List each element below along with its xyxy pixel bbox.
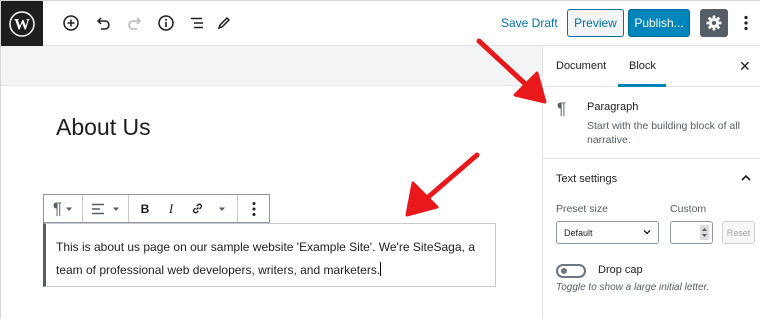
panel-title: Text settings bbox=[556, 173, 618, 185]
block-more-button[interactable] bbox=[240, 195, 268, 222]
drop-cap-toggle[interactable] bbox=[556, 264, 586, 278]
top-toolbar: W Save Draft Preview Publish... bbox=[1, 1, 760, 46]
more-formats-button[interactable] bbox=[212, 195, 232, 222]
pilcrow-icon: ¶ bbox=[52, 198, 63, 218]
settings-sidebar: Document Block ✕ ¶ Paragraph Start with … bbox=[542, 46, 760, 319]
block-card-title: Paragraph bbox=[587, 101, 639, 113]
paragraph-line: This is about us page on our sample webs… bbox=[56, 240, 475, 254]
preset-size-value: Default bbox=[564, 228, 593, 238]
close-icon[interactable]: ✕ bbox=[739, 58, 751, 75]
chevron-down-icon bbox=[643, 230, 651, 235]
block-card: ¶ Paragraph Start with the building bloc… bbox=[543, 87, 760, 159]
settings-button[interactable] bbox=[700, 9, 728, 37]
undo-icon[interactable] bbox=[93, 13, 113, 33]
bold-button[interactable]: B bbox=[134, 195, 156, 222]
save-draft-button[interactable]: Save Draft bbox=[501, 16, 558, 30]
post-title[interactable]: About Us bbox=[56, 114, 151, 141]
preset-size-select[interactable]: Default bbox=[556, 221, 659, 244]
link-button[interactable] bbox=[186, 195, 208, 222]
toolbar-divider bbox=[237, 195, 238, 222]
tab-block[interactable]: Block bbox=[629, 60, 656, 72]
toolbar-divider bbox=[128, 195, 129, 222]
chevron-down-icon bbox=[66, 207, 73, 211]
italic-button[interactable]: I bbox=[160, 195, 182, 222]
custom-size-input[interactable] bbox=[670, 221, 713, 244]
preview-button[interactable]: Preview bbox=[567, 9, 624, 37]
chevron-down-icon bbox=[112, 207, 119, 211]
text-caret bbox=[380, 262, 382, 276]
text-settings-panel-header[interactable]: Text settings bbox=[543, 159, 760, 203]
more-vertical-icon[interactable] bbox=[739, 13, 753, 33]
block-toolbar: ¶ B I bbox=[43, 194, 270, 223]
paragraph-line-last: team of professional web developers, wri… bbox=[56, 259, 485, 282]
drop-cap-label: Drop cap bbox=[598, 264, 643, 276]
editor-header-band bbox=[1, 46, 542, 86]
reset-button[interactable]: Reset bbox=[722, 221, 755, 244]
link-icon bbox=[192, 203, 202, 214]
paragraph-block[interactable]: This is about us page on our sample webs… bbox=[43, 223, 496, 287]
custom-size-label: Custom bbox=[670, 203, 707, 215]
paragraph-line-text: team of professional web developers, wri… bbox=[56, 263, 381, 277]
block-type-switcher[interactable]: ¶ bbox=[44, 195, 82, 222]
number-spinner[interactable] bbox=[700, 225, 709, 240]
block-card-description: Start with the building block of all nar… bbox=[587, 120, 740, 146]
gear-icon bbox=[706, 15, 722, 31]
redo-icon[interactable] bbox=[125, 13, 145, 33]
publish-button[interactable]: Publish... bbox=[628, 9, 690, 37]
pencil-icon[interactable] bbox=[214, 13, 234, 33]
app-frame: W Save Draft Preview Publish... About Us… bbox=[0, 0, 760, 319]
wordpress-logo-icon[interactable]: W bbox=[1, 1, 43, 46]
drop-cap-help-text: Toggle to show a large initial letter. bbox=[556, 282, 710, 293]
sidebar-tabs: Document Block ✕ bbox=[543, 46, 760, 87]
pilcrow-icon: ¶ bbox=[557, 99, 567, 118]
align-left-icon bbox=[91, 203, 104, 214]
list-outline-icon[interactable] bbox=[187, 13, 207, 33]
align-button[interactable] bbox=[83, 195, 127, 222]
toggle-knob bbox=[561, 268, 567, 274]
chevron-up-icon bbox=[741, 174, 751, 181]
tab-document[interactable]: Document bbox=[556, 60, 606, 72]
chevron-down-icon bbox=[219, 207, 225, 211]
svg-text:W: W bbox=[14, 16, 30, 33]
plus-circle-icon[interactable] bbox=[61, 13, 81, 33]
more-vertical-icon bbox=[252, 201, 256, 216]
info-icon[interactable] bbox=[156, 13, 176, 33]
preset-size-label: Preset size bbox=[556, 203, 608, 215]
